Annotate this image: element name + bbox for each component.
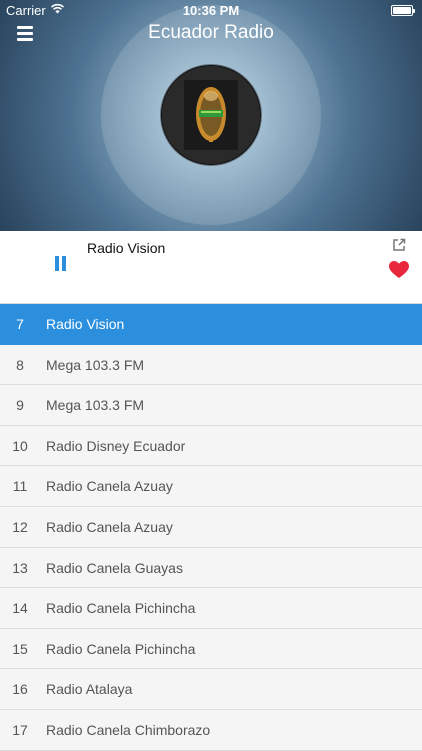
station-name: Radio Atalaya <box>46 681 133 698</box>
share-icon[interactable] <box>392 238 406 252</box>
station-number: 8 <box>16 356 24 373</box>
now-playing-bar: Radio Vision <box>0 231 422 304</box>
station-name: Radio Vision <box>46 316 125 332</box>
list-item[interactable]: 13 Radio Canela Guayas <box>0 547 422 589</box>
list-item[interactable]: 10 Radio Disney Ecuador <box>0 425 422 467</box>
station-name: Radio Canela Azuay <box>46 478 173 495</box>
list-item[interactable]: 11 Radio Canela Azuay <box>0 466 422 507</box>
station-number: 13 <box>12 559 28 576</box>
list-item[interactable]: 8 Mega 103.3 FM <box>0 344 422 386</box>
station-number: 16 <box>12 681 28 698</box>
pause-button[interactable] <box>54 256 68 271</box>
app-title: Ecuador Radio <box>148 22 274 43</box>
header: Carrier 10:36 PM Ecuador Radio <box>0 0 422 231</box>
station-list: 7 Radio Vision 8 Mega 103.3 FM 9 Mega 10… <box>0 304 422 751</box>
pause-icon <box>55 256 59 271</box>
station-name: Mega 103.3 FM <box>46 397 145 414</box>
station-number: 15 <box>12 640 28 657</box>
station-number: 11 <box>12 478 28 495</box>
station-name: Radio Canela Azuay <box>46 518 173 535</box>
station-name: Radio Canela Pichincha <box>46 600 196 617</box>
station-number: 9 <box>16 397 24 414</box>
station-name: Radio Canela Pichincha <box>46 640 196 657</box>
list-item[interactable]: 12 Radio Canela Azuay <box>0 506 422 548</box>
now-playing-title: Radio Vision <box>87 240 166 256</box>
list-item[interactable]: 16 Radio Atalaya <box>0 669 422 710</box>
status-time: 10:36 PM <box>182 3 240 18</box>
station-number: 12 <box>12 518 28 535</box>
station-name: Radio Canela Guayas <box>46 559 183 576</box>
station-logo-art <box>162 66 260 164</box>
station-name: Mega 103.3 FM <box>46 356 145 373</box>
status-bar: Carrier 10:36 PM <box>0 0 422 22</box>
station-name: Radio Disney Ecuador <box>46 437 186 454</box>
station-number: 10 <box>12 437 28 454</box>
list-item[interactable]: 9 Mega 103.3 FM <box>0 385 422 426</box>
station-name: Radio Canela Chimborazo <box>46 721 211 738</box>
list-item[interactable]: 17 Radio Canela Chimborazo <box>0 709 422 751</box>
list-item[interactable]: 14 Radio Canela Pichincha <box>0 588 422 629</box>
list-item[interactable]: 7 Radio Vision <box>0 304 422 345</box>
station-logo <box>161 65 261 165</box>
station-number: 17 <box>12 721 28 738</box>
battery-icon <box>391 5 415 16</box>
station-number: 14 <box>12 600 28 617</box>
heart-icon[interactable] <box>389 261 409 279</box>
station-number: 7 <box>16 316 24 332</box>
list-item[interactable]: 15 Radio Canela Pichincha <box>0 628 422 670</box>
